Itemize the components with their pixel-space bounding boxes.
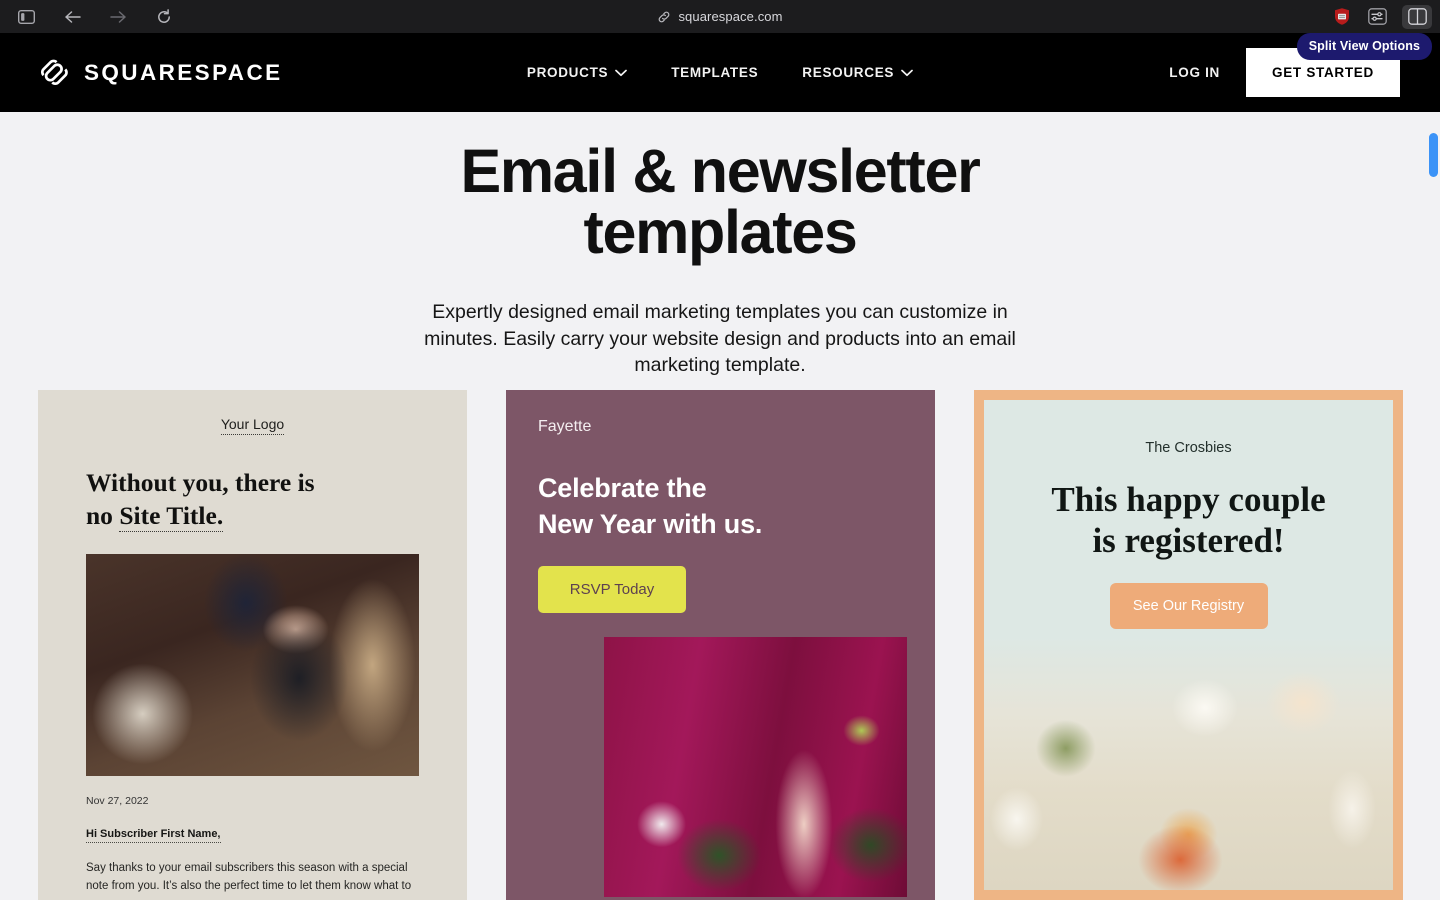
forward-arrow-icon[interactable]	[104, 5, 132, 29]
hero-section: Email & newsletter templates Expertly de…	[0, 112, 1440, 379]
card3-headline-line1: This happy couple	[1051, 480, 1326, 519]
card1-greeting-text: Hi Subscriber First Name,	[86, 828, 221, 844]
card2-headline-line1: Celebrate the	[538, 473, 707, 503]
card2-brand: Fayette	[538, 418, 592, 435]
nav-link-products-label: PRODUCTS	[526, 65, 609, 80]
card2-headline-line2: New Year with us.	[538, 508, 763, 539]
template-card-without-you[interactable]: Your Logo Without you, there is no Site …	[38, 390, 467, 900]
card1-logo-placeholder: Your Logo	[86, 390, 419, 435]
vertical-scrollbar-thumb[interactable]	[1429, 133, 1438, 177]
card3-photo	[984, 637, 1393, 890]
card1-headline-line1: Without you, there is	[86, 468, 315, 497]
card3-brand: The Crosbies	[1145, 440, 1232, 456]
page-settings-icon[interactable]	[1362, 5, 1392, 29]
sidebar-toggle-icon[interactable]	[12, 5, 40, 29]
browser-chrome: squarespace.com	[0, 0, 1440, 33]
browser-toolbar-right	[1332, 0, 1432, 33]
nav-link-resources-label: RESOURCES	[802, 65, 895, 80]
chevron-down-icon	[901, 69, 913, 77]
link-icon	[657, 10, 671, 24]
card3-headline-line2: is registered!	[1092, 521, 1285, 561]
chevron-down-icon	[615, 69, 628, 77]
login-link[interactable]: LOG IN	[1169, 65, 1220, 80]
card2-photo	[604, 637, 907, 898]
card1-headline-line2-plain: no	[86, 500, 120, 530]
hero-subtitle: Expertly designed email marketing templa…	[424, 301, 1016, 377]
site-navigation: SQUARESPACE PRODUCTS TEMPLATES RESOURCES	[0, 33, 1440, 112]
nav-link-templates-label: TEMPLATES	[671, 65, 759, 80]
card3-inner-panel: The Crosbies This happy couple is regist…	[984, 400, 1393, 890]
nav-link-resources[interactable]: RESOURCES	[802, 65, 913, 80]
card1-greeting: Hi Subscriber First Name,	[86, 828, 419, 844]
reload-icon[interactable]	[150, 5, 178, 29]
card1-logo-text: Your Logo	[220, 416, 285, 435]
template-card-grid: Your Logo Without you, there is no Site …	[38, 390, 1403, 900]
back-arrow-icon[interactable]	[58, 5, 86, 29]
page-title: Email & newsletter templates	[460, 137, 980, 266]
browser-nav-controls	[0, 5, 178, 29]
card1-headline-line2-dotted: Site Title.	[119, 500, 224, 532]
address-bar[interactable]: squarespace.com	[0, 0, 1440, 33]
card1-headline: Without you, there is no Site Title.	[86, 467, 419, 532]
card2-headline: Celebrate the New Year with us.	[538, 471, 903, 542]
template-card-fayette[interactable]: Fayette Celebrate the New Year with us. …	[506, 390, 935, 900]
nav-link-templates[interactable]: TEMPLATES	[671, 65, 758, 80]
card1-photo	[86, 554, 419, 777]
card3-headline: This happy couple is registered!	[1020, 479, 1357, 562]
card3-registry-button[interactable]: See Our Registry	[1109, 582, 1268, 629]
shield-extension-icon[interactable]	[1332, 6, 1352, 27]
page-viewport: SQUARESPACE PRODUCTS TEMPLATES RESOURCES	[0, 33, 1440, 900]
url-text: squarespace.com	[678, 9, 783, 24]
card1-date: Nov 27, 2022	[86, 795, 149, 808]
split-view-icon[interactable]	[1402, 4, 1432, 29]
template-card-crosbies[interactable]: The Crosbies This happy couple is regist…	[974, 390, 1403, 900]
nav-link-products[interactable]: PRODUCTS	[526, 65, 628, 80]
split-view-tooltip: Split View Options	[1296, 33, 1432, 60]
card1-body-text: Say thanks to your email subscribers thi…	[86, 862, 412, 893]
card2-rsvp-button[interactable]: RSVP Today	[538, 566, 686, 614]
